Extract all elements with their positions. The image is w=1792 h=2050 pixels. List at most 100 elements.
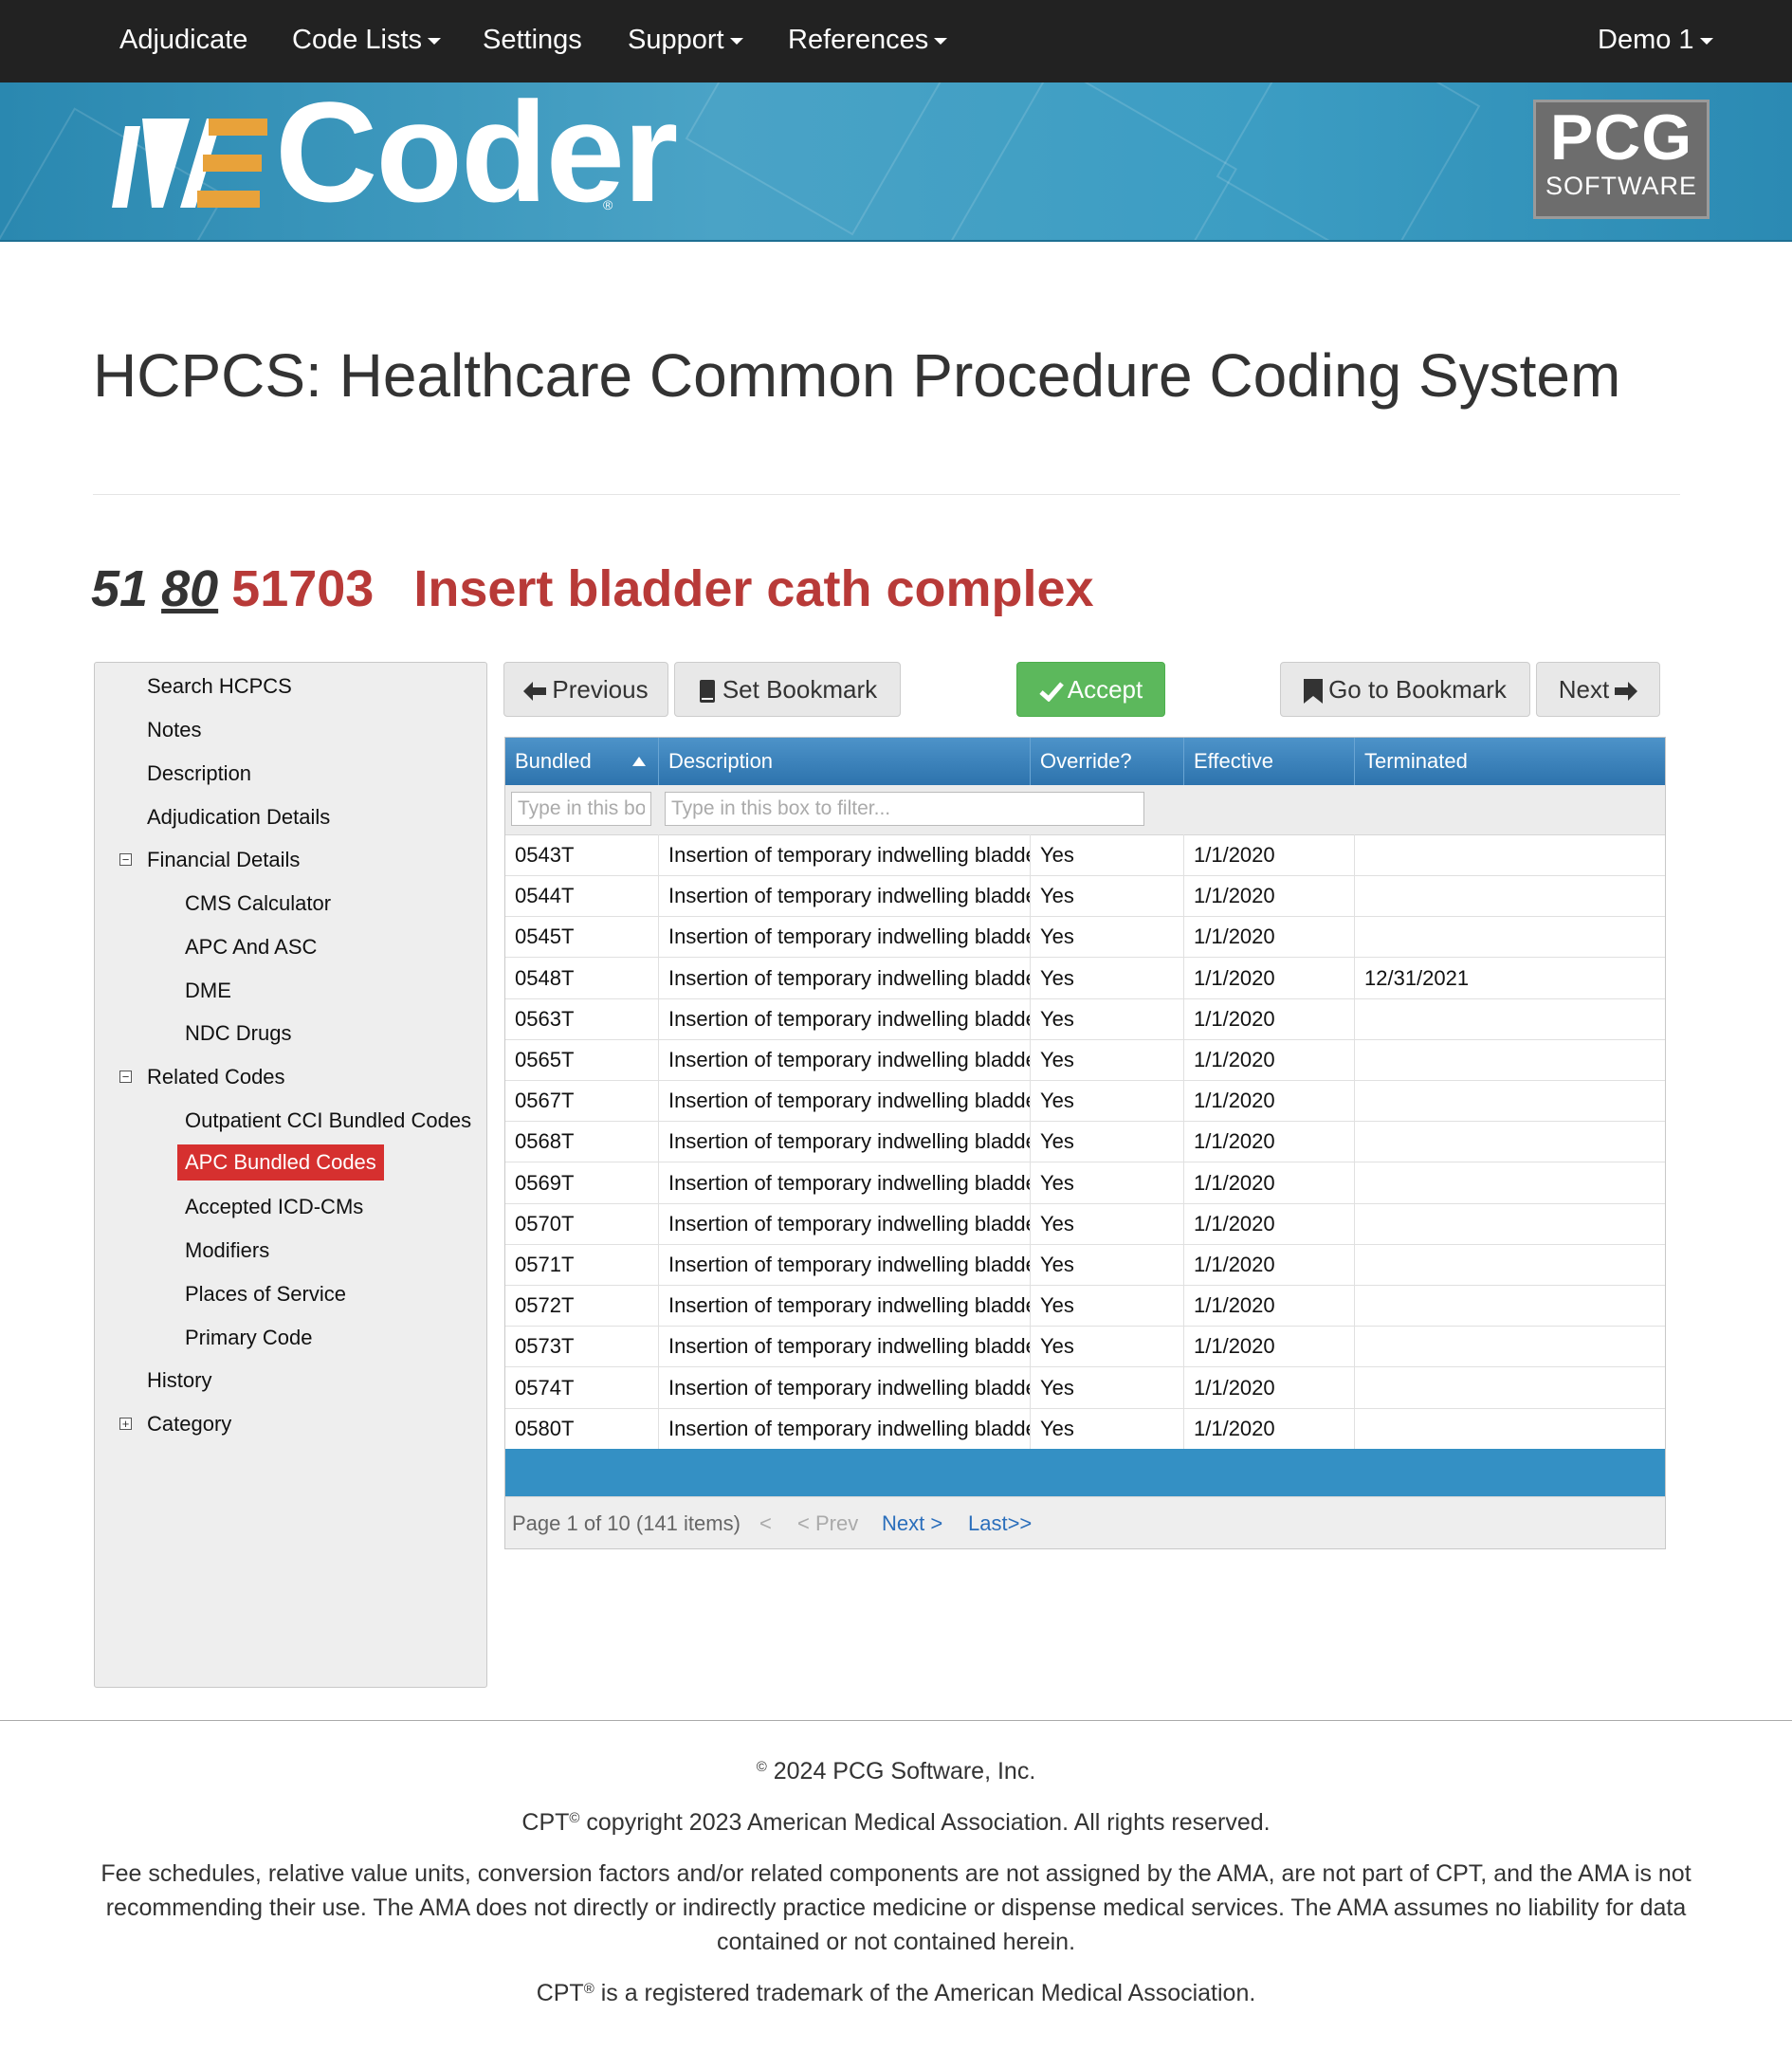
cell-description: Insertion of temporary indwelling bladde… xyxy=(659,1039,1031,1080)
table-row[interactable]: 0571T Insertion of temporary indwelling b… xyxy=(505,1244,1665,1286)
sidebar-item-outpatient-cci-bundled-codes[interactable]: Outpatient CCI Bundled Codes xyxy=(185,1108,471,1133)
cell-effective: 1/1/2020 xyxy=(1184,1326,1355,1367)
table-row[interactable]: 0563T Insertion of temporary indwelling b… xyxy=(505,998,1665,1040)
cell-bundled: 0574T xyxy=(505,1366,659,1408)
sidebar-item-cms-calculator[interactable]: CMS Calculator xyxy=(185,891,331,916)
description-filter-input[interactable] xyxy=(665,792,1144,826)
table-row[interactable]: 0544T Insertion of temporary indwelling b… xyxy=(505,875,1665,918)
collapse-icon[interactable]: − xyxy=(119,1071,132,1083)
set-bookmark-button[interactable]: Set Bookmark xyxy=(674,662,901,717)
bundled-filter-input[interactable] xyxy=(511,792,651,826)
cell-effective: 1/1/2020 xyxy=(1184,1407,1355,1449)
cell-effective: 1/1/2020 xyxy=(1184,1162,1355,1203)
table-row[interactable]: 0574T Insertion of temporary indwelling b… xyxy=(505,1366,1665,1409)
chevron-down-icon xyxy=(729,37,743,45)
sidebar-item-ndc-drugs[interactable]: NDC Drugs xyxy=(185,1021,291,1046)
cell-description: Insertion of temporary indwelling bladde… xyxy=(659,998,1031,1039)
sidebar-item-notes[interactable]: Notes xyxy=(147,718,201,742)
footer-trademark: CPT® is a registered trademark of the Am… xyxy=(536,1980,1256,2006)
column-header-bundled[interactable]: Bundled xyxy=(505,738,659,785)
cell-terminated xyxy=(1355,1121,1665,1162)
nav-adjudicate[interactable]: Adjudicate xyxy=(119,0,247,82)
cell-bundled: 0569T xyxy=(505,1162,659,1203)
next-button[interactable]: Next xyxy=(1536,662,1660,717)
sidebar-item-places-of-service[interactable]: Places of Service xyxy=(185,1282,346,1307)
sidebar-item-history[interactable]: History xyxy=(147,1368,211,1393)
pager-prev: < Prev xyxy=(797,1511,859,1535)
arrow-left-icon xyxy=(523,682,547,702)
column-header-description[interactable]: Description xyxy=(659,738,1031,785)
go-to-bookmark-button[interactable]: Go to Bookmark xyxy=(1280,662,1530,717)
cell-bundled: 0565T xyxy=(505,1039,659,1080)
nav-references[interactable]: References xyxy=(788,0,948,82)
sidebar-item-category[interactable]: Category xyxy=(147,1412,231,1437)
cell-terminated xyxy=(1355,1326,1665,1366)
column-header-terminated[interactable]: Terminated xyxy=(1355,738,1665,785)
cell-terminated xyxy=(1355,834,1665,875)
footer-divider xyxy=(0,1720,1792,1721)
sidebar-item-apc-bundled-codes[interactable]: APC Bundled Codes xyxy=(177,1144,384,1181)
cell-terminated xyxy=(1355,875,1665,916)
previous-button[interactable]: Previous xyxy=(503,662,668,717)
pager: Page 1 of 10 (141 items) < < Prev Next >… xyxy=(505,1496,1665,1548)
cell-terminated xyxy=(1355,1367,1665,1408)
cell-bundled: 0580T xyxy=(505,1407,659,1449)
user-menu[interactable]: Demo 1 xyxy=(1598,0,1713,82)
sidebar-item-accepted-icd-cms[interactable]: Accepted ICD-CMs xyxy=(185,1195,363,1219)
sidebar-item-related-codes[interactable]: Related Codes xyxy=(147,1065,285,1089)
cell-description: Insertion of temporary indwelling bladde… xyxy=(659,957,1031,998)
table-row[interactable]: 0548T Insertion of temporary indwelling b… xyxy=(505,957,1665,999)
collapse-icon[interactable]: − xyxy=(119,853,132,866)
table-row[interactable]: 0545T Insertion of temporary indwelling b… xyxy=(505,916,1665,959)
cell-terminated xyxy=(1355,998,1665,1039)
sidebar-item-primary-code[interactable]: Primary Code xyxy=(185,1326,312,1350)
pager-last-link[interactable]: Last>> xyxy=(968,1497,1032,1548)
cell-description: Insertion of temporary indwelling bladde… xyxy=(659,916,1031,958)
header-banner: Coder ® PCG SOFTWARE xyxy=(0,82,1792,242)
nav-settings[interactable]: Settings xyxy=(483,0,582,82)
column-header-override[interactable]: Override? xyxy=(1031,738,1184,785)
cell-override: Yes xyxy=(1031,916,1184,958)
cell-bundled: 0573T xyxy=(505,1326,659,1367)
sidebar-item-dme[interactable]: DME xyxy=(185,979,231,1003)
nav-code-lists[interactable]: Code Lists xyxy=(292,0,442,82)
cell-terminated xyxy=(1355,1408,1665,1449)
cell-terminated xyxy=(1355,916,1665,957)
code-link[interactable]: 80 xyxy=(161,560,218,617)
table-row[interactable]: 0543T Insertion of temporary indwelling b… xyxy=(505,834,1665,876)
cell-override: Yes xyxy=(1031,1162,1184,1203)
code-heading: 51 80 51703 Insert bladder cath complex xyxy=(91,559,1094,618)
cell-override: Yes xyxy=(1031,1039,1184,1080)
table-row[interactable]: 0573T Insertion of temporary indwelling b… xyxy=(505,1326,1665,1368)
sidebar-item-description[interactable]: Description xyxy=(147,761,251,786)
nav-support[interactable]: Support xyxy=(628,0,743,82)
cell-bundled: 0568T xyxy=(505,1121,659,1162)
accept-button[interactable]: Accept xyxy=(1016,662,1165,717)
cell-terminated xyxy=(1355,1285,1665,1326)
sidebar-item-adjudication-details[interactable]: Adjudication Details xyxy=(147,805,330,830)
sidebar-item-financial-details[interactable]: Financial Details xyxy=(147,848,300,872)
cell-description: Insertion of temporary indwelling bladde… xyxy=(659,1407,1031,1449)
table-row[interactable]: 0570T Insertion of temporary indwelling b… xyxy=(505,1202,1665,1245)
table-row[interactable]: 0580T Insertion of temporary indwelling b… xyxy=(505,1407,1665,1450)
expand-icon[interactable]: + xyxy=(119,1418,132,1430)
bundled-codes-grid: Bundled Description Override? Effective … xyxy=(504,737,1666,1549)
sidebar-item-apc-and-asc[interactable]: APC And ASC xyxy=(185,935,317,960)
sidebar-item-modifiers[interactable]: Modifiers xyxy=(185,1238,269,1263)
logo-text: Coder xyxy=(275,82,678,231)
table-row[interactable]: 0567T Insertion of temporary indwelling b… xyxy=(505,1080,1665,1123)
pager-next-link[interactable]: Next > xyxy=(882,1497,942,1548)
column-header-effective[interactable]: Effective xyxy=(1184,738,1355,785)
table-row[interactable]: 0572T Insertion of temporary indwelling b… xyxy=(505,1285,1665,1327)
table-row[interactable]: 0568T Insertion of temporary indwelling b… xyxy=(505,1121,1665,1163)
cell-bundled: 0571T xyxy=(505,1244,659,1285)
cell-override: Yes xyxy=(1031,1121,1184,1162)
table-row[interactable]: 0569T Insertion of temporary indwelling b… xyxy=(505,1162,1665,1204)
table-row[interactable]: 0565T Insertion of temporary indwelling b… xyxy=(505,1039,1665,1081)
cell-description: Insertion of temporary indwelling bladde… xyxy=(659,1326,1031,1367)
sidebar-item-search-hcpcs[interactable]: Search HCPCS xyxy=(147,674,292,699)
cell-bundled: 0543T xyxy=(505,834,659,875)
cell-terminated xyxy=(1355,1162,1665,1203)
chevron-down-icon xyxy=(1699,37,1713,45)
cell-override: Yes xyxy=(1031,1244,1184,1285)
